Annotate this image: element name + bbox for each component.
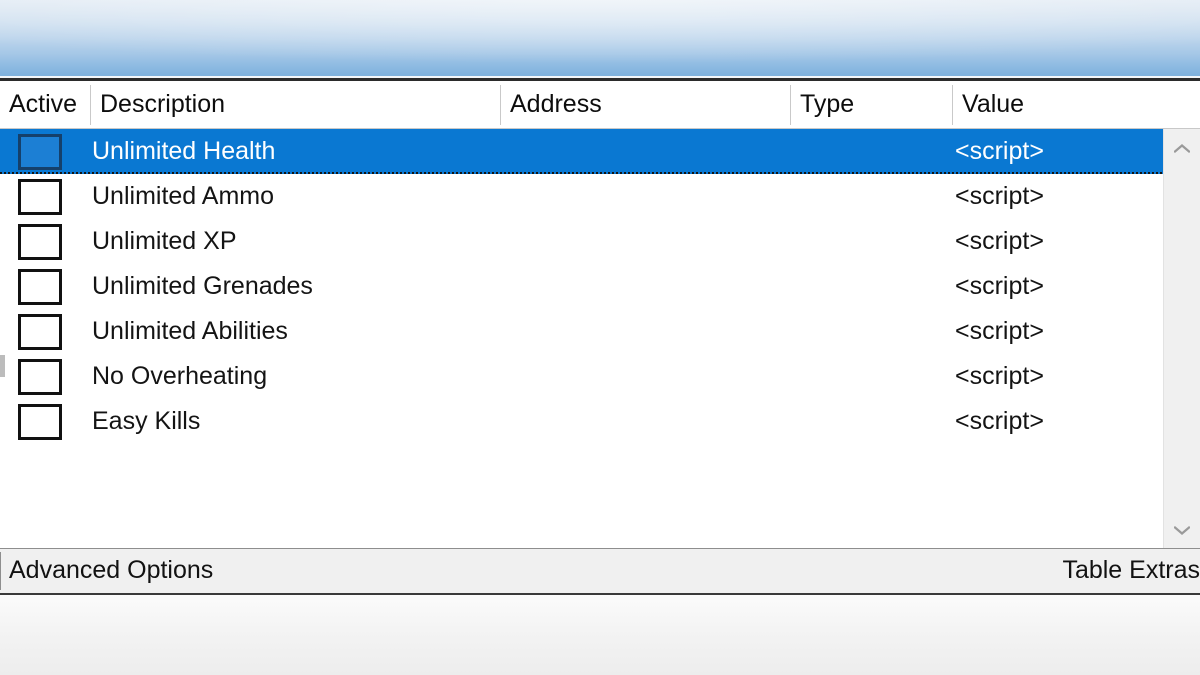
active-checkbox[interactable] (18, 314, 62, 350)
table-row[interactable]: Unlimited Grenades <script> (0, 264, 1163, 309)
row-value: <script> (955, 137, 1044, 165)
advanced-options-button[interactable]: Advanced Options (9, 549, 213, 593)
row-value: <script> (955, 272, 1044, 300)
cheat-entry-list: Unlimited Health <script> Unlimited Ammo… (0, 129, 1163, 549)
banner-highlight (0, 0, 1200, 76)
row-value: <script> (955, 407, 1044, 435)
active-checkbox[interactable] (18, 359, 62, 395)
column-header-active[interactable]: Active (0, 81, 90, 128)
scroll-down-button[interactable] (1164, 511, 1200, 549)
top-banner (0, 0, 1200, 76)
scroll-up-button[interactable] (1164, 129, 1200, 167)
active-checkbox[interactable] (18, 404, 62, 440)
table-row[interactable]: Unlimited Health <script> (0, 129, 1163, 174)
row-value: <script> (955, 362, 1044, 390)
active-checkbox[interactable] (18, 224, 62, 260)
column-header-address[interactable]: Address (501, 81, 790, 128)
row-description: Unlimited Grenades (92, 272, 313, 300)
table-row[interactable]: Easy Kills <script> (0, 399, 1163, 444)
vertical-scrollbar[interactable] (1163, 129, 1200, 549)
row-description: Unlimited Abilities (92, 317, 288, 345)
screen-root: Active Description Address Type Value Un… (0, 0, 1200, 675)
table-extras-button[interactable]: Table Extras (1062, 549, 1200, 593)
active-checkbox[interactable] (18, 134, 62, 170)
row-description: No Overheating (92, 362, 268, 390)
row-description: Unlimited Ammo (92, 182, 274, 210)
column-header-value[interactable]: Value (953, 81, 1200, 128)
status-bar: Advanced Options Table Extras (0, 548, 1200, 593)
row-description: Easy Kills (92, 407, 201, 435)
row-value: <script> (955, 227, 1044, 255)
row-description: Unlimited Health (92, 137, 276, 165)
column-header-description[interactable]: Description (91, 81, 500, 128)
table-row[interactable]: No Overheating <script> (0, 354, 1163, 399)
row-description: Unlimited XP (92, 227, 237, 255)
row-value: <script> (955, 317, 1044, 345)
table-header-row: Active Description Address Type Value (0, 81, 1200, 129)
status-bar-divider (0, 552, 1, 590)
table-row[interactable]: Unlimited Abilities <script> (0, 309, 1163, 354)
active-checkbox[interactable] (18, 179, 62, 215)
chevron-down-icon (1174, 525, 1190, 535)
active-checkbox[interactable] (18, 269, 62, 305)
page-background-filler (0, 595, 1200, 675)
cheat-table-window: Active Description Address Type Value Un… (0, 78, 1200, 595)
column-header-type[interactable]: Type (791, 81, 952, 128)
table-row[interactable]: Unlimited Ammo <script> (0, 174, 1163, 219)
table-row[interactable]: Unlimited XP <script> (0, 219, 1163, 264)
chevron-up-icon (1174, 143, 1190, 153)
row-value: <script> (955, 182, 1044, 210)
left-edge-artifact (0, 355, 5, 377)
